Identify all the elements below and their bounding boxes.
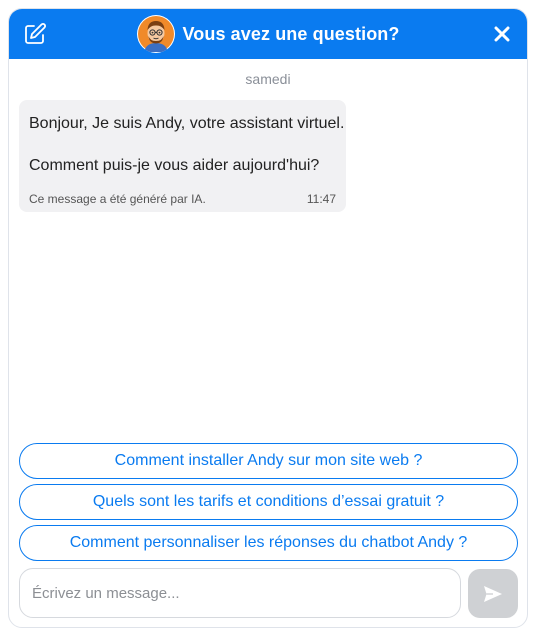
message-meta: Ce message a été généré par IA. 11:47	[29, 192, 336, 206]
suggestion-install[interactable]: Comment installer Andy sur mon site web …	[19, 443, 518, 479]
message-input[interactable]	[30, 583, 460, 603]
bot-avatar	[136, 15, 175, 53]
chat-title: Vous avez une question?	[182, 23, 400, 44]
suggestion-list: Comment installer Andy sur mon site web …	[19, 443, 518, 566]
close-button[interactable]	[491, 23, 513, 45]
day-separator: samedi	[245, 71, 291, 87]
chat-widget: Vous avez une question? samedi Bonjour, …	[8, 8, 528, 628]
bot-message: Bonjour, Je suis Andy, votre assistant v…	[19, 100, 346, 212]
ai-disclaimer: Ce message a été généré par IA.	[29, 192, 206, 206]
close-icon	[494, 26, 510, 42]
header-title-group: Vous avez une question?	[9, 9, 527, 59]
suggestion-customize[interactable]: Comment personnaliser les réponses du ch…	[19, 525, 518, 561]
send-icon	[484, 585, 502, 602]
send-button[interactable]	[468, 569, 518, 618]
chat-header: Vous avez une question?	[9, 9, 527, 59]
message-text-question: Comment puis-je vous aider aujourd'hui?	[29, 157, 320, 174]
suggestion-pricing[interactable]: Quels sont les tarifs et conditions d’es…	[19, 484, 518, 520]
message-composer	[19, 568, 461, 618]
message-text-greeting: Bonjour, Je suis Andy, votre assistant v…	[29, 115, 345, 132]
message-timestamp: 11:47	[306, 192, 336, 206]
